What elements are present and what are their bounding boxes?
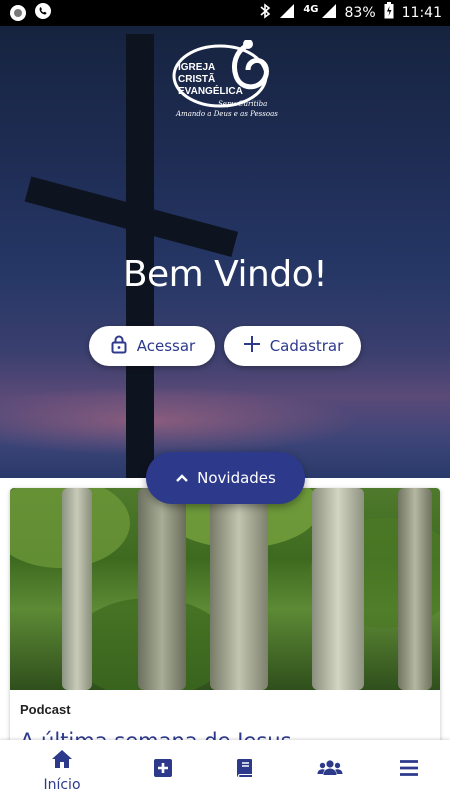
clock: 11:41 — [401, 5, 442, 21]
tree-trunk — [210, 488, 268, 690]
nav-home-label: Início — [43, 776, 81, 793]
church-logo: IGREJA CRISTÃ EVANGÉLICA Sepu Curitiba A… — [172, 39, 284, 120]
card-category: Podcast — [20, 702, 71, 717]
sky-glow — [0, 386, 360, 456]
notification-icon — [10, 5, 26, 21]
bottom-navigation: Início — [0, 740, 450, 800]
tree-trunk — [312, 488, 364, 690]
whatsapp-icon — [34, 2, 52, 25]
register-label: Cadastrar — [269, 337, 344, 355]
lock-icon — [109, 334, 129, 358]
home-icon — [51, 748, 73, 775]
users-icon — [317, 757, 343, 784]
status-bar: 4G 83% 11:41 — [0, 0, 450, 26]
logo-tagline: Amando a Deus e as Pessoas — [175, 110, 278, 118]
logo-line3: EVANGÉLICA — [178, 84, 243, 97]
battery-icon — [384, 2, 394, 24]
hero-banner: IGREJA CRISTÃ EVANGÉLICA Sepu Curitiba A… — [0, 26, 450, 478]
nav-bible[interactable] — [210, 740, 280, 800]
tree-trunk — [138, 488, 186, 690]
hamburger-menu-icon — [398, 757, 420, 784]
plus-square-icon — [152, 757, 174, 784]
cell-signal-icon — [321, 3, 337, 24]
bluetooth-icon — [259, 2, 271, 24]
logo-line1: IGREJA — [178, 62, 215, 73]
tree-trunk — [398, 488, 432, 690]
tree-trunk — [62, 488, 92, 690]
login-label: Acessar — [136, 337, 196, 355]
nav-home[interactable]: Início — [27, 740, 97, 800]
network-type: 4G — [303, 3, 319, 15]
nav-menu[interactable] — [374, 740, 444, 800]
nav-groups[interactable] — [295, 740, 365, 800]
register-button[interactable]: Cadastrar — [224, 326, 361, 366]
wifi-signal-icon — [279, 3, 295, 24]
plus-icon — [242, 334, 262, 358]
chevron-up-icon — [175, 469, 189, 487]
content-card[interactable]: Podcast A última semana de Jesus — [10, 488, 440, 758]
nav-add[interactable] — [128, 740, 198, 800]
book-icon — [234, 757, 256, 784]
battery-percent: 83% — [344, 5, 376, 21]
welcome-title: Bem Vindo! — [122, 254, 328, 295]
logo-line2: CRISTÃ — [178, 72, 215, 85]
forest-image — [10, 488, 440, 690]
news-button[interactable]: Novidades — [146, 452, 305, 504]
news-label: Novidades — [197, 469, 276, 487]
logo-signature: Sepu Curitiba — [218, 100, 267, 108]
login-button[interactable]: Acessar — [89, 326, 215, 366]
